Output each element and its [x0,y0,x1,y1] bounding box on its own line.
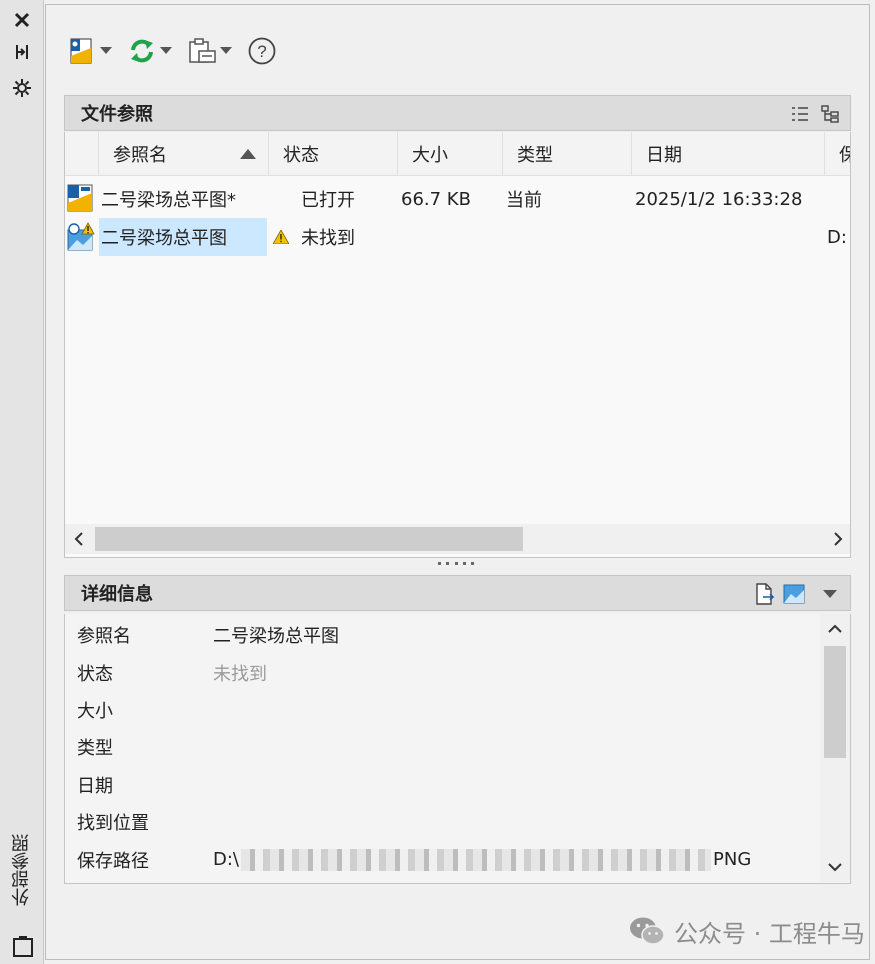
row-date: 2025/1/2 16:33:28 [635,188,803,210]
watermark: 公众号 · 工程牛马 [628,911,865,951]
detail-row: 找到位置 [65,803,825,840]
column-header-type[interactable]: 类型 [503,132,632,176]
palette-title: 外部参照 [11,834,32,906]
preview-image-icon[interactable] [782,582,806,606]
refresh-icon[interactable] [126,35,158,67]
list-view-icon[interactable] [788,102,812,126]
change-path-icon[interactable] [186,35,218,67]
vertical-scroll-thumb[interactable] [824,646,846,758]
warning-icon [273,218,289,256]
detail-label: 状态 [77,663,113,685]
column-header-saved-path[interactable]: 保 [825,132,850,176]
image-file-warning-icon [67,222,95,252]
detail-label: 日期 [77,775,113,797]
detail-label: 保存路径 [77,850,149,872]
column-header-name[interactable]: 参照名 [99,132,269,176]
row-saved-path: D: [827,226,847,248]
row-size: 66.7 KB [401,188,471,210]
watermark-text: 公众号 · 工程牛马 [674,919,865,948]
row-name: 二号梁场总平图* [101,190,236,211]
pane-splitter[interactable] [438,562,474,568]
table-row[interactable]: 二号梁场总平图* 已打开 66.7 KB 当前 2025/1/2 16:33:2… [65,180,850,218]
row-type: 当前 [506,190,542,211]
column-header-date[interactable]: 日期 [632,132,825,176]
auto-hide-icon[interactable] [10,40,34,64]
detail-row: 状态 未找到 [65,654,825,691]
palette-side-strip: 外部参照 [0,0,44,964]
dwg-file-icon [67,184,95,214]
detail-label: 参照名 [77,625,131,647]
horizontal-scroll-thumb[interactable] [95,527,523,551]
sort-ascending-icon [240,149,256,159]
detail-row: 保存路径 D:\ PNG [65,841,825,878]
detail-row: 参照名 二号梁场总平图 [65,616,825,653]
detail-value[interactable]: 二号梁场总平图 [213,622,339,648]
toolbar: ? [66,31,290,71]
file-references-header[interactable]: 文件参照 [64,95,851,131]
details-header[interactable]: 详细信息 [64,575,851,611]
detail-row: 类型 [65,728,825,765]
attach-dwg-icon[interactable] [66,35,98,67]
properties-gear-icon[interactable] [10,76,34,100]
table-row[interactable]: 二号梁场总平图 未找到 D: [65,218,850,256]
wechat-logo-icon [630,917,665,945]
file-references-title: 文件参照 [81,104,153,125]
file-references-table: 参照名 状态 大小 类型 日期 保 二号梁场总平图* 已打开 66.7 KB [64,132,851,558]
change-path-dropdown-caret[interactable] [218,43,234,59]
scroll-up-icon[interactable] [820,614,850,644]
scroll-left-icon[interactable] [65,524,93,554]
table-header: 参照名 状态 大小 类型 日期 保 [65,132,850,176]
row-status: 已打开 [301,190,355,211]
detail-value: 未找到 [213,663,267,685]
detail-label: 大小 [77,700,113,722]
saved-path-value[interactable]: D:\ PNG [213,848,751,871]
details-panel: 参照名 二号梁场总平图 状态 未找到 大小 类型 日期 找到位置 保存路径 D:… [64,614,851,884]
details-title: 详细信息 [81,584,153,605]
help-icon[interactable]: ? [246,35,278,67]
attach-dropdown-caret[interactable] [98,43,114,59]
details-view-icon[interactable] [752,582,776,606]
column-header-status[interactable]: 状态 [269,132,398,176]
column-header-size[interactable]: 大小 [398,132,503,176]
help-glyph: ? [257,42,266,61]
horizontal-scrollbar[interactable] [65,524,850,554]
palette-menu-icon[interactable] [12,934,34,958]
row-status: 未找到 [301,228,355,249]
refresh-dropdown-caret[interactable] [158,43,174,59]
close-icon[interactable] [10,8,34,32]
scroll-right-icon[interactable] [824,524,850,554]
detail-row: 日期 [65,766,825,803]
scroll-down-icon[interactable] [820,852,850,882]
detail-row: 大小 [65,691,825,728]
detail-label: 找到位置 [77,812,149,834]
tree-view-icon[interactable] [818,102,842,126]
redacted-path-blur [241,848,711,871]
chevron-down-icon[interactable] [818,582,842,606]
detail-label: 类型 [77,737,113,759]
row-name: 二号梁场总平图 [99,218,267,256]
vertical-scrollbar[interactable] [820,614,850,882]
external-references-panel: ? 文件参照 参照名 状态 大小 类型 日期 保 [45,4,870,960]
